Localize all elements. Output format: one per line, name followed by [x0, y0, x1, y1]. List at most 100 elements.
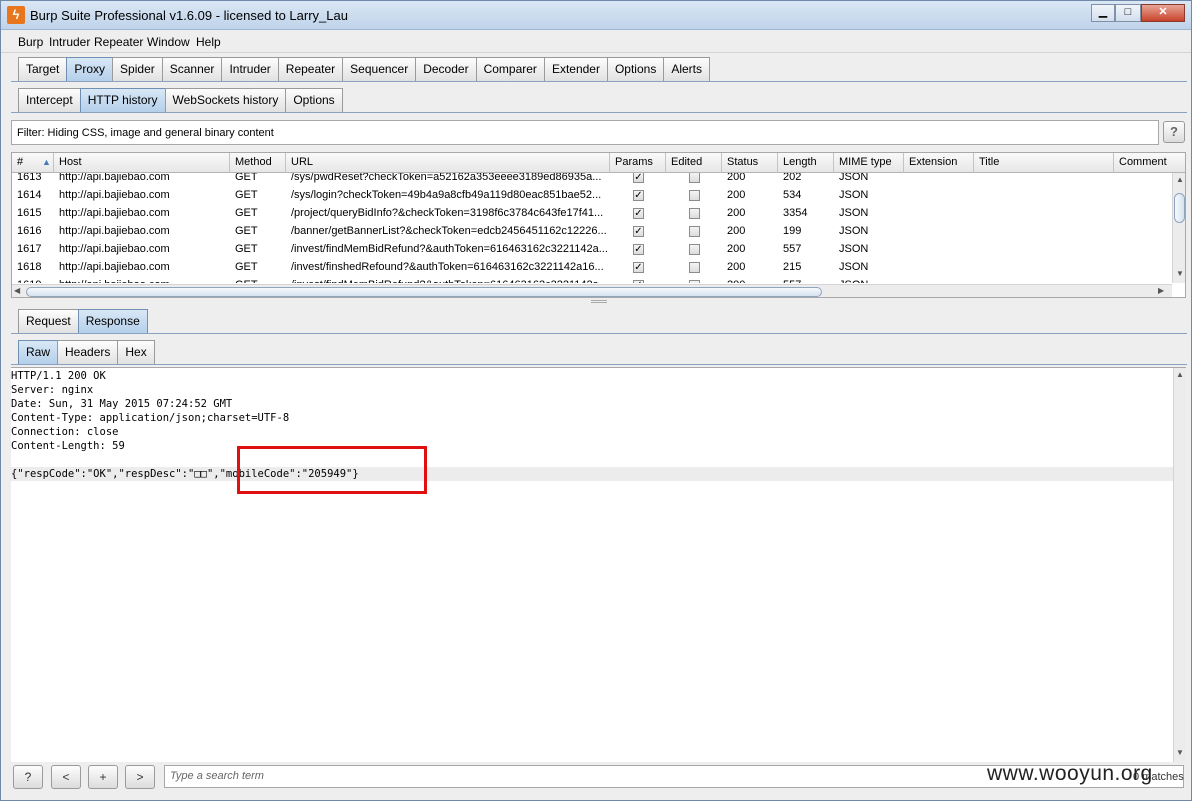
tab-raw[interactable]: Raw [18, 340, 59, 364]
tab-alerts[interactable]: Alerts [663, 57, 711, 81]
maximize-button[interactable]: □ [1115, 4, 1141, 22]
tab-proxy-options[interactable]: Options [285, 88, 343, 112]
tab-extender[interactable]: Extender [543, 57, 608, 81]
tab-target[interactable]: Target [18, 57, 68, 81]
cell-url: /banner/getBannerList?&checkToken=edcb24… [291, 225, 607, 237]
tab-proxy[interactable]: Proxy [66, 57, 114, 81]
tab-request[interactable]: Request [18, 309, 79, 333]
col-mime[interactable]: MIME type [834, 153, 904, 173]
table-horizontal-scrollbar[interactable]: ◀ ▶ [12, 284, 1172, 297]
menu-intruder[interactable]: Intruder [49, 35, 90, 49]
tab-scanner[interactable]: Scanner [161, 57, 223, 81]
window-title: Burp Suite Professional v1.6.09 - licens… [30, 8, 348, 23]
cell-length: 3354 [783, 207, 808, 219]
scroll-down-icon[interactable]: ▼ [1176, 748, 1184, 757]
edited-checkbox[interactable] [689, 208, 700, 219]
table-row[interactable]: 1618 http://api.bajiebao.com GET/invest/fi… [12, 258, 1170, 276]
cell-length: 557 [783, 243, 802, 255]
tab-intruder[interactable]: Intruder [221, 57, 279, 81]
menu-help[interactable]: Help [196, 35, 221, 49]
cell-method: GET [235, 173, 258, 183]
tab-intercept[interactable]: Intercept [18, 88, 81, 112]
cell-mime: JSON [839, 173, 869, 183]
cell-number: 1616 [17, 225, 42, 237]
menu-burp[interactable]: Burp [18, 35, 43, 49]
burp-lightning-icon: ϟ [7, 6, 25, 24]
editor-vertical-scrollbar[interactable]: ▲ ▼ [1173, 368, 1186, 762]
search-prev-button[interactable]: < [51, 765, 81, 789]
minimize-button[interactable]: ▁ [1091, 4, 1115, 22]
table-row[interactable]: 1617 http://api.bajiebao.com GET/invest/fi… [12, 240, 1170, 258]
edited-checkbox[interactable] [689, 190, 700, 201]
tab-repeater[interactable]: Repeater [277, 57, 344, 81]
response-line: HTTP/1.1 200 OK [11, 370, 106, 382]
cell-url: /sys/login?checkToken=49b4a9a8cfb49a119d… [291, 189, 602, 201]
split-pane-handle[interactable] [591, 300, 607, 303]
tab-websockets-history[interactable]: WebSockets history [164, 88, 287, 112]
params-checkbox[interactable]: ✓ [633, 244, 644, 255]
table-row[interactable]: 1614 http://api.bajiebao.com GET/sys/login… [12, 186, 1170, 204]
tab-sequencer[interactable]: Sequencer [342, 57, 417, 81]
params-checkbox[interactable]: ✓ [633, 280, 644, 283]
filter-bar[interactable]: Filter: Hiding CSS, image and general bi… [11, 120, 1159, 145]
col-edited[interactable]: Edited [666, 153, 722, 173]
tab-options[interactable]: Options [606, 57, 665, 81]
tab-decoder[interactable]: Decoder [415, 57, 477, 81]
burp-window: ϟ Burp Suite Professional v1.6.09 - lice… [0, 0, 1192, 801]
tab-response[interactable]: Response [77, 309, 148, 333]
tab-http-history[interactable]: HTTP history [79, 88, 166, 112]
scroll-up-icon[interactable]: ▲ [1176, 175, 1184, 184]
edited-checkbox[interactable] [689, 262, 700, 273]
scroll-up-icon[interactable]: ▲ [1176, 370, 1184, 379]
col-method[interactable]: Method [230, 153, 286, 173]
col-host[interactable]: Host [54, 153, 230, 173]
table-vscroll-thumb[interactable] [1174, 193, 1185, 223]
col-title[interactable]: Title [974, 153, 1114, 173]
params-checkbox[interactable]: ✓ [633, 226, 644, 237]
tab-comparer[interactable]: Comparer [475, 57, 545, 81]
tab-spider[interactable]: Spider [112, 57, 163, 81]
col-comment[interactable]: Comment [1114, 153, 1185, 173]
table-vertical-scrollbar[interactable]: ▲ ▼ [1172, 173, 1185, 283]
response-line: Content-Type: application/json;charset=U… [11, 412, 290, 424]
cell-url: /project/queryBidInfo?&checkToken=3198f6… [291, 207, 604, 219]
edited-checkbox[interactable] [689, 244, 700, 255]
title-bar[interactable]: ϟ Burp Suite Professional v1.6.09 - lice… [1, 1, 1191, 30]
col-extension[interactable]: Extension [904, 153, 974, 173]
proxy-tab-bar: Intercept HTTP history WebSockets histor… [18, 88, 343, 112]
edited-checkbox[interactable] [689, 280, 700, 283]
col-params[interactable]: Params [610, 153, 666, 173]
search-help-button[interactable]: ? [13, 765, 43, 789]
table-row[interactable]: 1613 http://api.bajiebao.com GET/sys/pwdRe… [12, 173, 1170, 186]
menu-window[interactable]: Window [147, 35, 190, 49]
table-row[interactable]: 1619http://api.bajiebao.comGET/invest/fi… [12, 276, 1170, 283]
filter-help-button[interactable]: ? [1163, 121, 1185, 143]
search-add-button[interactable]: + [88, 765, 118, 789]
table-row[interactable]: 1616 http://api.bajiebao.com GET/banner/ge… [12, 222, 1170, 240]
cell-status: 200 [727, 173, 746, 183]
col-number[interactable]: # ▲ [12, 153, 54, 173]
menu-bar: Burp Intruder Repeater Window Help [1, 31, 1191, 53]
tab-headers[interactable]: Headers [57, 340, 119, 364]
params-checkbox[interactable]: ✓ [633, 208, 644, 219]
params-checkbox[interactable]: ✓ [633, 190, 644, 201]
col-length[interactable]: Length [778, 153, 834, 173]
edited-checkbox[interactable] [689, 226, 700, 237]
col-url[interactable]: URL [286, 153, 610, 173]
params-checkbox[interactable]: ✓ [633, 173, 644, 183]
main-tab-bar: Target Proxy Spider Scanner Intruder Rep… [18, 57, 711, 81]
table-row[interactable]: 1615 http://api.bajiebao.com GET/project/q… [12, 204, 1170, 222]
menu-repeater[interactable]: Repeater [94, 35, 143, 49]
edited-checkbox[interactable] [689, 173, 700, 183]
table-body: 1613 http://api.bajiebao.com GET/sys/pwdRe… [12, 173, 1170, 283]
search-next-button[interactable]: > [125, 765, 155, 789]
scroll-down-icon[interactable]: ▼ [1176, 269, 1184, 278]
params-checkbox[interactable]: ✓ [633, 262, 644, 273]
response-editor[interactable]: HTTP/1.1 200 OK Server: nginx Date: Sun,… [11, 367, 1186, 762]
col-status[interactable]: Status [722, 153, 778, 173]
close-button[interactable]: ✕ [1141, 4, 1185, 22]
tab-hex[interactable]: Hex [117, 340, 155, 364]
scroll-right-icon[interactable]: ▶ [1158, 286, 1164, 295]
scroll-left-icon[interactable]: ◀ [14, 286, 20, 295]
table-hscroll-thumb[interactable] [26, 287, 822, 297]
